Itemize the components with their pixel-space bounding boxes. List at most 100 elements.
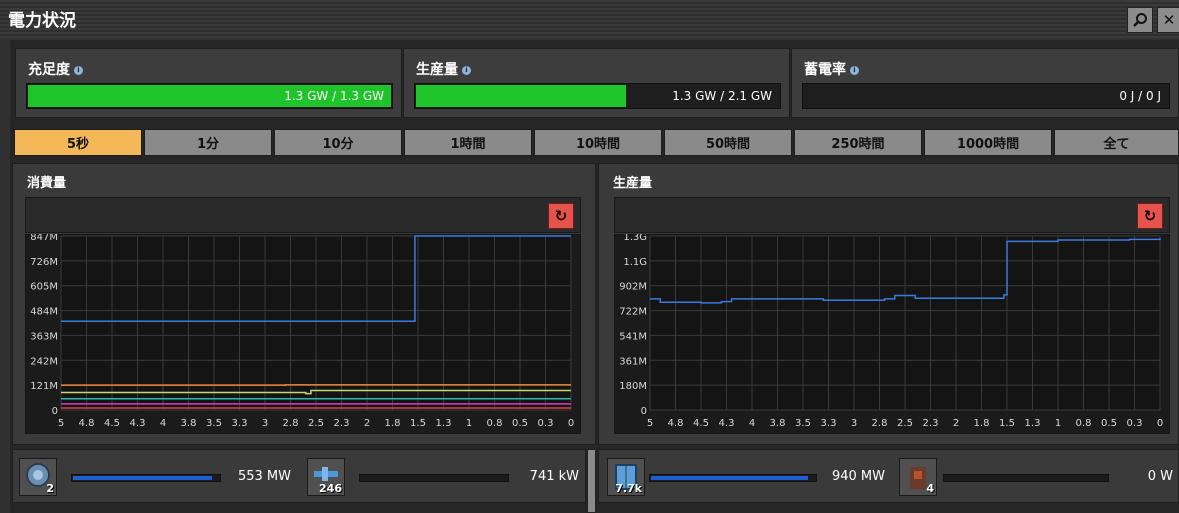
list-item[interactable]: 4 0 W <box>891 450 1179 504</box>
x-tick-label: 0 <box>568 418 574 429</box>
tab-8[interactable]: 全て <box>1054 129 1179 156</box>
tab-4[interactable]: 10時間 <box>534 129 662 156</box>
info-icon[interactable]: i <box>74 65 83 75</box>
reset-icon: ↻ <box>1143 207 1157 225</box>
x-tick-label: 2.5 <box>308 418 324 429</box>
y-tick-label: 902M <box>619 282 647 293</box>
power-status-window: 電力状況 ✕ 充足度 i 1.3 GW / 1.3 GW 生産量 i 1.3 GW … <box>0 0 1179 513</box>
x-tick-label: 1 <box>466 418 472 429</box>
x-tick-label: 3.5 <box>206 418 222 429</box>
x-tick-label: 5 <box>58 418 64 429</box>
x-tick-label: 0.8 <box>487 418 503 429</box>
accumulator-charge-box: 蓄電率 i 0 J / 0 J <box>791 48 1179 118</box>
usage-bar-fill <box>73 476 212 480</box>
y-tick-label: 121M <box>30 381 58 392</box>
usage-value: 940 MW <box>831 469 885 484</box>
search-button[interactable] <box>1127 7 1153 33</box>
x-tick-label: 3.5 <box>795 418 811 429</box>
tab-5[interactable]: 50時間 <box>664 129 792 156</box>
x-tick-label: 0.5 <box>512 418 528 429</box>
x-tick-label: 0.3 <box>538 418 554 429</box>
x-tick-label: 2.3 <box>923 418 939 429</box>
x-tick-label: 3 <box>851 418 857 429</box>
list-item[interactable]: 2 553 MW <box>13 450 303 504</box>
y-tick-label: 722M <box>619 307 647 318</box>
tab-2[interactable]: 10分 <box>274 129 402 156</box>
producers-list: 7.7k 940 MW 4 0 W <box>598 449 1179 503</box>
y-tick-label: 180M <box>619 381 647 392</box>
production-value: 1.3 GW / 2.1 GW <box>672 89 772 103</box>
x-tick-label: 1.8 <box>385 418 401 429</box>
y-tick-label: 1.3G <box>623 234 647 243</box>
item-count: 4 <box>926 482 934 495</box>
y-tick-label: 484M <box>30 307 58 318</box>
usage-bar <box>359 474 509 482</box>
tab-3[interactable]: 1時間 <box>404 129 532 156</box>
item-count: 246 <box>319 482 342 495</box>
item-count: 7.7k <box>615 482 642 495</box>
close-icon: ✕ <box>1162 11 1176 29</box>
x-tick-label: 0.5 <box>1101 418 1117 429</box>
tab-6[interactable]: 250時間 <box>794 129 922 156</box>
y-tick-label: 0 <box>52 406 58 417</box>
x-tick-label: 1.3 <box>1025 418 1041 429</box>
y-tick-label: 0 <box>641 406 647 417</box>
list-item[interactable]: 7.7k 940 MW <box>599 450 891 504</box>
y-tick-label: 726M <box>30 257 58 268</box>
production-title: 生産量 <box>613 176 653 191</box>
scrollbar[interactable] <box>587 449 596 513</box>
steam-engine-icon: 4 <box>899 458 937 496</box>
x-tick-label: 4.3 <box>130 418 146 429</box>
production-panel: 生産量 ↻ 5 4.8 4.5 4.3 4 3.8 3.5 3.3 3 2.8 2.5 2.3 2 1.8… <box>598 163 1179 445</box>
y-tick-label: 363M <box>30 331 58 342</box>
x-tick-label: 2 <box>953 418 959 429</box>
usage-value: 741 kW <box>529 469 579 484</box>
x-tick-label: 2.8 <box>872 418 888 429</box>
info-icon[interactable]: i <box>850 65 859 75</box>
x-tick-label: 3.8 <box>770 418 786 429</box>
consumption-chart: 5 4.8 4.5 4.3 4 3.8 3.5 3.3 3 2.8 2.5 2.3 2 1.8 1.5 1.3… <box>25 234 581 434</box>
satisfaction-bar: 1.3 GW / 1.3 GW <box>26 83 393 109</box>
usage-value: 553 MW <box>237 469 291 484</box>
usage-bar <box>71 474 221 482</box>
production-label: 生産量 i <box>416 59 471 79</box>
accumulator-icon: 2 <box>19 458 57 496</box>
y-tick-label: 605M <box>30 282 58 293</box>
x-tick-label: 4.8 <box>668 418 684 429</box>
satisfaction-label: 充足度 i <box>28 59 83 79</box>
x-tick-label: 4.5 <box>104 418 120 429</box>
production-box: 生産量 i 1.3 GW / 2.1 GW <box>403 48 790 118</box>
window-title: 電力状況 <box>8 11 76 31</box>
usage-bar <box>649 474 817 482</box>
title-bar[interactable]: 電力状況 ✕ <box>0 0 1179 38</box>
production-chart: 5 4.8 4.5 4.3 4 3.8 3.5 3.3 3 2.8 2.5 2.3 2 1.8 1.5 1.3… <box>614 234 1170 434</box>
x-tick-label: 0 <box>1157 418 1163 429</box>
reset-button[interactable]: ↻ <box>548 203 574 229</box>
close-button[interactable]: ✕ <box>1157 7 1179 33</box>
accumulator-charge-bar: 0 J / 0 J <box>802 83 1170 109</box>
item-count: 2 <box>46 482 54 495</box>
solar-panel-icon: 7.7k <box>607 458 645 496</box>
production-bar: 1.3 GW / 2.1 GW <box>414 83 781 109</box>
usage-bar-fill <box>651 476 809 480</box>
x-tick-label: 2 <box>364 418 370 429</box>
tab-7[interactable]: 1000時間 <box>924 129 1052 156</box>
tab-1[interactable]: 1分 <box>144 129 272 156</box>
satisfaction-value: 1.3 GW / 1.3 GW <box>284 89 384 103</box>
x-tick-label: 1.5 <box>999 418 1015 429</box>
x-tick-label: 3 <box>262 418 268 429</box>
x-tick-label: 1.3 <box>436 418 452 429</box>
x-tick-label: 2.8 <box>283 418 299 429</box>
reset-button[interactable]: ↻ <box>1137 203 1163 229</box>
satisfaction-box: 充足度 i 1.3 GW / 1.3 GW <box>15 48 402 118</box>
x-tick-label: 3.3 <box>821 418 837 429</box>
x-tick-label: 1 <box>1055 418 1061 429</box>
search-icon <box>1133 13 1147 27</box>
info-icon[interactable]: i <box>462 65 471 75</box>
list-item[interactable]: 246 741 kW <box>303 450 587 504</box>
consumption-title: 消費量 <box>27 176 67 191</box>
accumulator-charge-value: 0 J / 0 J <box>1119 89 1161 103</box>
tab-0[interactable]: 5秒 <box>14 129 142 156</box>
reset-icon: ↻ <box>554 207 568 225</box>
x-tick-label: 4.8 <box>79 418 95 429</box>
